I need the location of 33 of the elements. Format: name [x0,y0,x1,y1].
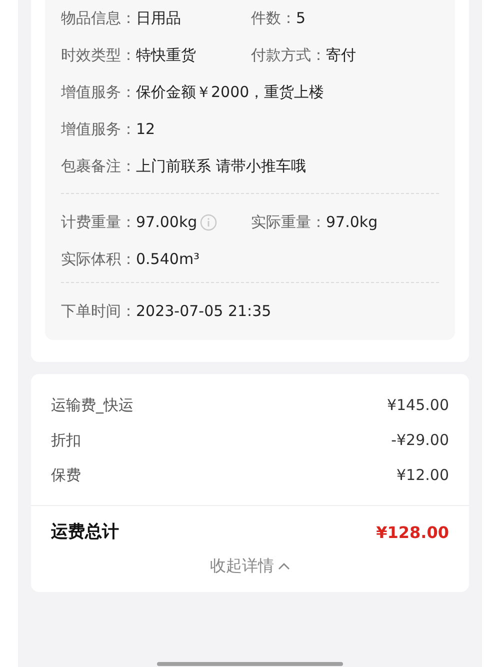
field-value: 日用品 [136,8,181,30]
field-value: 特快重货 [136,45,196,66]
field-value: 0.540m³ [136,249,200,270]
total-label: 运费总计 [51,521,119,544]
chevron-icon [278,562,290,570]
field-value: 12 [136,119,156,140]
fee-amount: -¥29.00 [391,430,449,452]
field-value: 上门前联系 请带小推车哦 [136,156,306,178]
field-value: 保价金额￥2000，重货上楼 [136,82,324,104]
info-icon[interactable] [200,214,218,231]
total-amount: ¥128.00 [376,522,449,544]
field-value: 5 [296,8,306,30]
field-label: 实际重量： [251,212,326,234]
field-label: 增值服务： [61,119,136,140]
field-label: 时效类型： [61,45,136,66]
field-value: 2023-07-05 21:35 [136,301,272,322]
fee-amount: ¥12.00 [396,465,449,486]
field-label: 付款方式： [251,45,326,66]
collapse-toggle[interactable]: 收起详情 [210,554,290,578]
fee-name: 运输费_快运 [51,395,134,416]
field-label: 包裹备注： [61,156,136,178]
fee-name: 保费 [51,465,81,486]
field-label: 计费重量： [61,212,136,234]
field-value: 寄付 [326,45,356,66]
field-label: 物品信息： [61,8,136,30]
field-label: 下单时间： [61,301,136,322]
fee-name: 折扣 [51,430,81,452]
fee-amount: ¥145.00 [386,395,449,416]
field-value: 97.00kg [136,212,198,234]
field-value: 97.0kg [326,212,378,234]
field-label: 实际体积： [61,249,136,270]
field-label: 件数： [251,8,296,30]
field-label: 增值服务： [61,82,136,104]
